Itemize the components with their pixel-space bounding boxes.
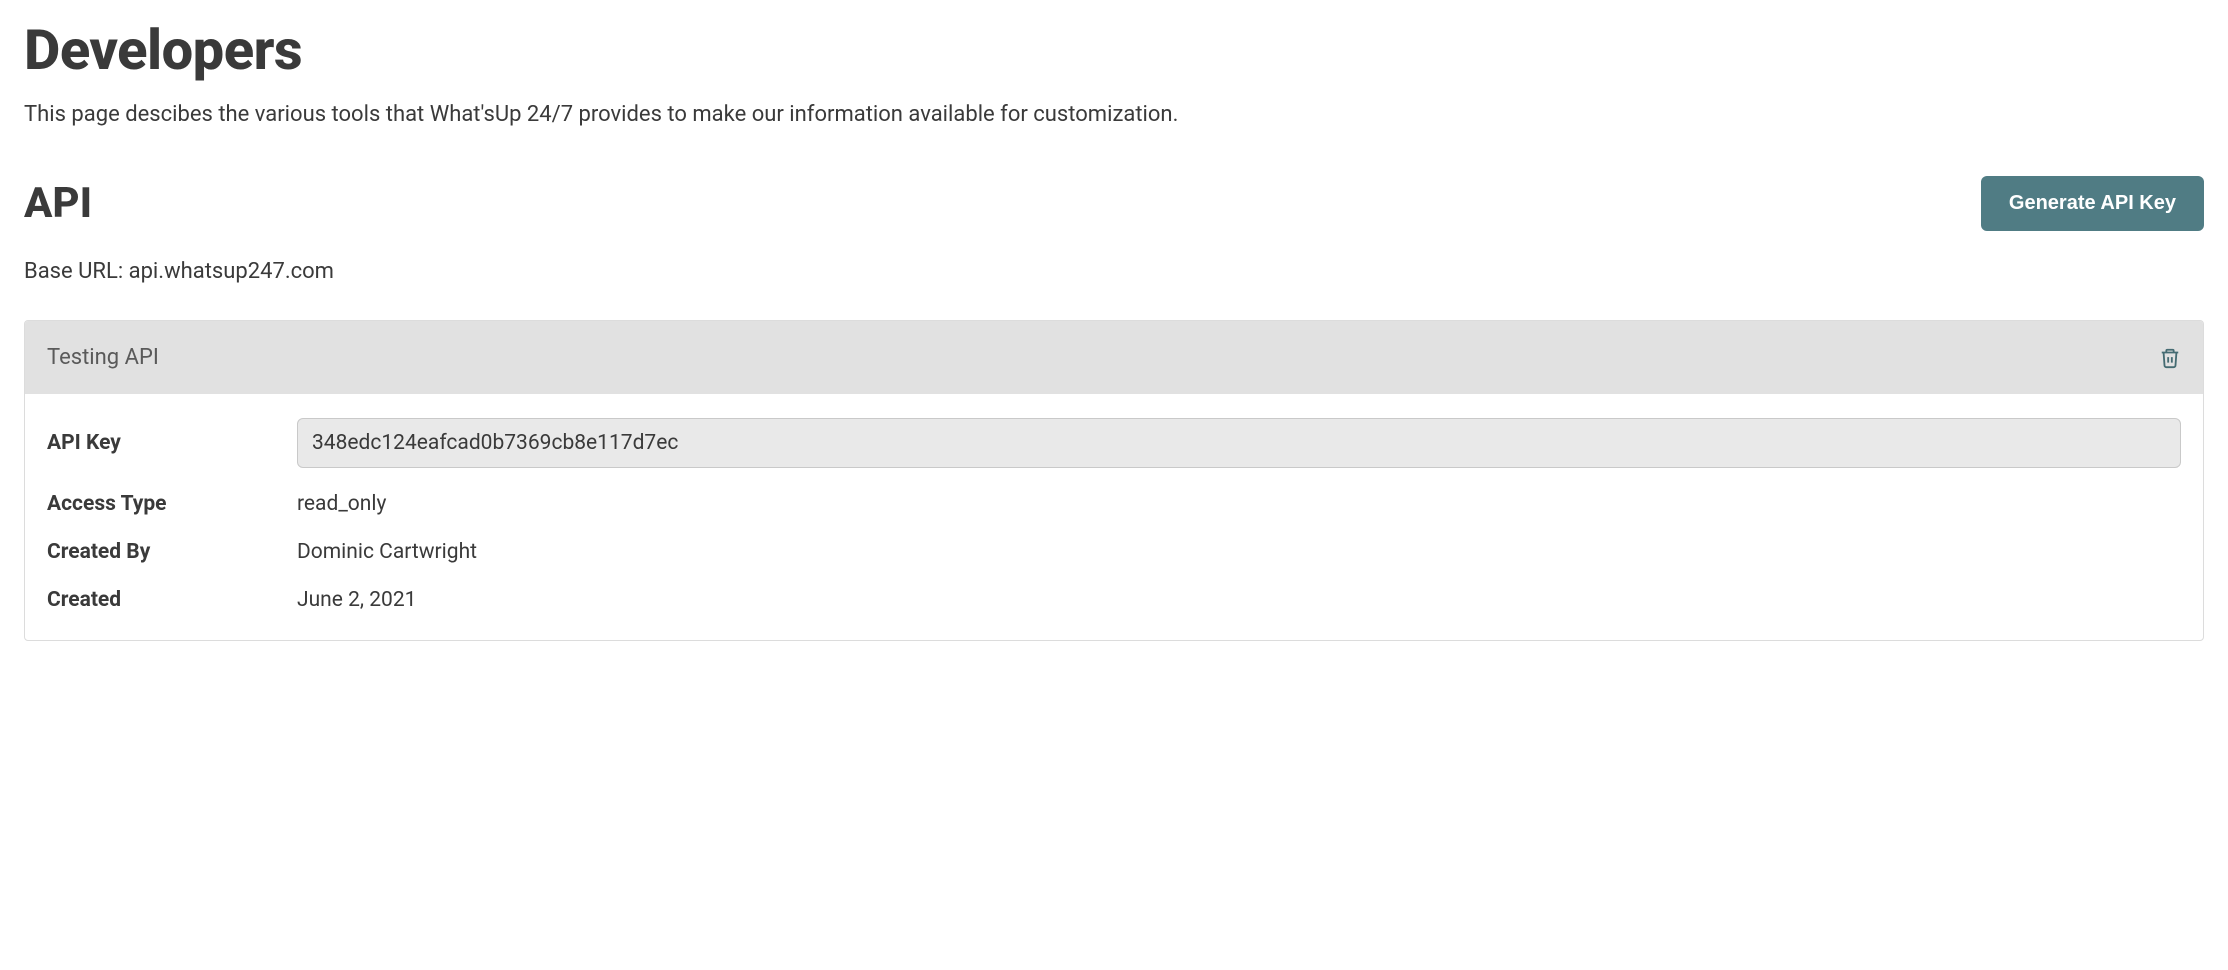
created-by-label: Created By: [47, 540, 297, 564]
access-type-row: Access Type read_only: [47, 492, 2181, 516]
generate-api-key-button[interactable]: Generate API Key: [1981, 176, 2204, 231]
base-url-value: api.whatsup247.com: [129, 259, 334, 284]
created-row: Created June 2, 2021: [47, 588, 2181, 612]
page-title: Developers: [24, 20, 2204, 82]
trash-icon[interactable]: [2159, 346, 2181, 370]
card-body: API Key Access Type read_only Created By…: [25, 394, 2203, 640]
base-url: Base URL: api.whatsup247.com: [24, 259, 2204, 284]
api-heading: API: [24, 179, 92, 228]
api-key-row: API Key: [47, 418, 2181, 468]
api-section-row: API Generate API Key: [24, 176, 2204, 231]
base-url-label: Base URL:: [24, 259, 129, 284]
created-by-row: Created By Dominic Cartwright: [47, 540, 2181, 564]
card-header: Testing API: [25, 321, 2203, 394]
access-type-value: read_only: [297, 492, 386, 516]
api-key-input[interactable]: [297, 418, 2181, 468]
created-label: Created: [47, 588, 297, 612]
api-key-card: Testing API API Key Access Type read_onl…: [24, 320, 2204, 641]
created-by-value: Dominic Cartwright: [297, 540, 477, 564]
api-key-label: API Key: [47, 431, 297, 455]
page-description: This page descibes the various tools tha…: [24, 100, 2204, 131]
created-value: June 2, 2021: [297, 588, 416, 612]
card-title: Testing API: [47, 345, 159, 370]
access-type-label: Access Type: [47, 492, 297, 516]
